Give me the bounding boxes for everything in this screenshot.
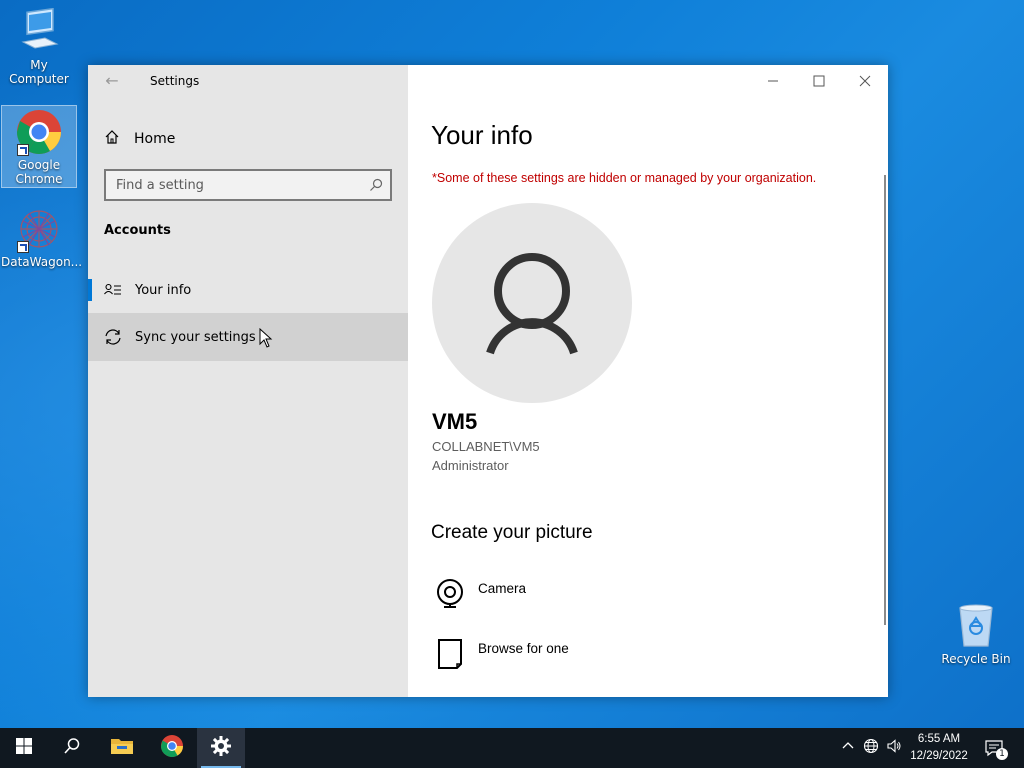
close-icon bbox=[859, 72, 871, 91]
network-button[interactable] bbox=[861, 738, 881, 758]
settings-icon bbox=[210, 735, 232, 761]
shortcut-arrow-icon bbox=[17, 144, 29, 156]
avatar bbox=[432, 203, 632, 403]
computer-icon bbox=[15, 7, 63, 56]
user-name: VM5 bbox=[432, 409, 478, 434]
user-role: Administrator bbox=[432, 458, 509, 473]
search-icon bbox=[368, 177, 384, 193]
action-center-button[interactable]: 1 bbox=[982, 738, 1008, 760]
maximize-button[interactable] bbox=[796, 65, 842, 97]
minimize-button[interactable] bbox=[750, 65, 796, 97]
user-account: COLLABNET\VM5 bbox=[432, 439, 540, 454]
sidebar-item-home[interactable]: Home bbox=[104, 129, 175, 149]
home-icon bbox=[104, 129, 120, 149]
desktop-icon-datawagon[interactable]: DataWagon... bbox=[1, 205, 83, 269]
globe-icon bbox=[863, 738, 879, 758]
window-title: Settings bbox=[150, 74, 200, 88]
file-explorer-icon bbox=[110, 736, 134, 760]
create-picture-heading: Create your picture bbox=[431, 522, 593, 543]
taskbar-file-explorer[interactable] bbox=[98, 728, 146, 768]
organization-notice: *Some of these settings are hidden or ma… bbox=[432, 171, 817, 185]
camera-icon bbox=[432, 577, 468, 613]
section-heading-accounts: Accounts bbox=[104, 223, 171, 238]
mouse-cursor-icon bbox=[259, 327, 273, 352]
taskbar-settings[interactable] bbox=[197, 728, 245, 768]
desktop-icon-label: My Computer bbox=[9, 58, 69, 86]
desktop-icon-google-chrome[interactable]: Google Chrome bbox=[1, 105, 77, 188]
document-icon bbox=[432, 637, 468, 673]
search-input[interactable] bbox=[106, 171, 356, 199]
search-icon bbox=[63, 737, 81, 759]
active-indicator bbox=[88, 279, 92, 301]
back-arrow-icon: ← bbox=[105, 71, 119, 90]
datawagon-logo-icon bbox=[15, 205, 63, 253]
taskbar-clock[interactable]: 6:55 AM 12/29/2022 bbox=[906, 731, 972, 765]
show-hidden-icons-button[interactable] bbox=[838, 738, 858, 758]
chrome-icon bbox=[15, 108, 63, 156]
volume-button[interactable] bbox=[884, 738, 904, 758]
taskbar-search-button[interactable] bbox=[48, 728, 96, 768]
search-field[interactable] bbox=[104, 169, 392, 201]
scrollbar[interactable] bbox=[884, 175, 886, 625]
start-button[interactable] bbox=[0, 728, 48, 768]
desktop-icon-label: Google Chrome bbox=[15, 158, 63, 186]
speaker-icon bbox=[886, 738, 902, 758]
user-silhouette-icon bbox=[486, 253, 578, 355]
browse-option[interactable]: Browse for one bbox=[432, 637, 569, 673]
shortcut-arrow-icon bbox=[17, 241, 29, 253]
maximize-icon bbox=[813, 72, 825, 91]
desktop-icon-recycle-bin[interactable]: Recycle Bin bbox=[938, 602, 1014, 666]
desktop-icon-my-computer[interactable]: My Computer bbox=[1, 7, 77, 86]
clock-time: 6:55 AM bbox=[917, 733, 961, 745]
start-icon bbox=[15, 737, 33, 759]
camera-option[interactable]: Camera bbox=[432, 577, 526, 613]
sidebar-item-sync-your-settings[interactable]: Sync your settings bbox=[88, 313, 408, 361]
notification-icon: 1 bbox=[984, 738, 1008, 760]
browse-option-label: Browse for one bbox=[478, 641, 569, 656]
close-button[interactable] bbox=[842, 65, 888, 97]
taskbar-chrome[interactable] bbox=[148, 728, 196, 768]
camera-option-label: Camera bbox=[478, 581, 527, 596]
recycle-bin-icon bbox=[954, 602, 998, 648]
back-button[interactable]: ← bbox=[102, 71, 122, 91]
sidebar-item-your-info[interactable]: Your info bbox=[88, 266, 408, 314]
title-bar[interactable]: ← Settings bbox=[88, 65, 408, 97]
desktop-icon-label: DataWagon... bbox=[1, 255, 83, 269]
desktop-icon-label: Recycle Bin bbox=[941, 652, 1011, 666]
sync-icon bbox=[103, 327, 123, 347]
chrome-icon bbox=[160, 734, 184, 762]
settings-window: ← Settings Home Accounts bbox=[88, 65, 888, 697]
sidebar-item-label: Your info bbox=[135, 282, 192, 298]
person-list-icon bbox=[103, 280, 123, 300]
taskbar: 6:55 AM 12/29/2022 1 bbox=[0, 728, 1024, 768]
clock-date: 12/29/2022 bbox=[910, 750, 968, 762]
notification-count-badge: 1 bbox=[996, 748, 1008, 760]
settings-sidebar: ← Settings Home Accounts bbox=[88, 65, 408, 697]
minimize-icon bbox=[767, 72, 779, 91]
settings-content: Your info *Some of these settings are hi… bbox=[408, 65, 888, 697]
page-title: Your info bbox=[431, 120, 533, 150]
sidebar-item-label: Sync your settings bbox=[135, 329, 256, 345]
sidebar-item-label: Home bbox=[134, 131, 176, 147]
chevron-up-icon bbox=[842, 740, 854, 756]
